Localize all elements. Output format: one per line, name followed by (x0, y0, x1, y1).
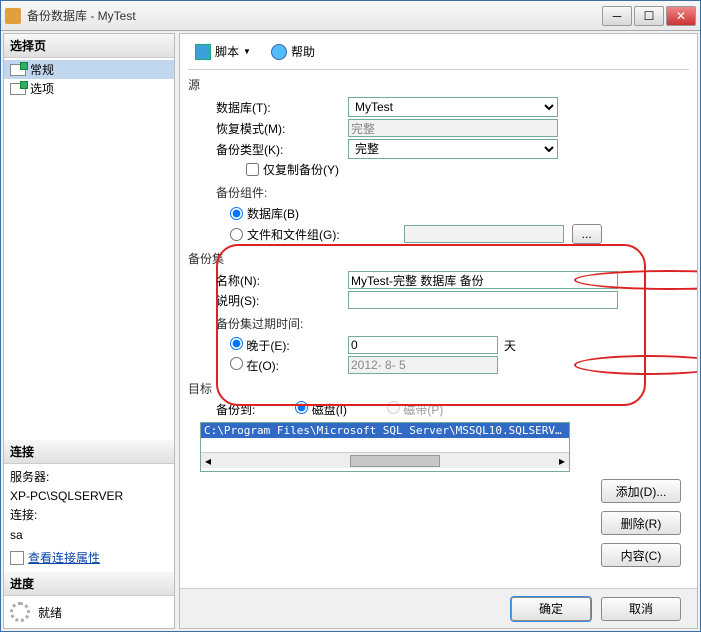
recovery-mode-field (348, 119, 558, 137)
expire-after-label: 晚于(E): (246, 339, 289, 353)
help-button[interactable]: 帮助 (264, 40, 322, 63)
page-icon (10, 64, 26, 76)
progress-block: 就绪 (4, 596, 174, 628)
group-target: 目标 (188, 380, 689, 397)
radio-expire-at[interactable] (230, 357, 243, 370)
copy-only-label: 仅复制备份(Y) (263, 161, 339, 178)
radio-files-groups-label: 文件和文件组(G): (247, 226, 340, 243)
copy-only-checkbox[interactable] (246, 163, 259, 176)
backup-type-select[interactable]: 完整 (348, 139, 558, 159)
script-label: 脚本 (215, 43, 239, 60)
radio-files-groups[interactable] (230, 228, 243, 241)
expire-unit: 天 (504, 337, 516, 354)
files-groups-browse-button[interactable]: ... (572, 224, 602, 244)
backup-database-dialog: 备份数据库 - MyTest ─ ☐ ✕ 选择页 常规 选项 连接 (0, 0, 701, 632)
add-button[interactable]: 添加(D)... (601, 479, 681, 503)
expire-after-value[interactable] (348, 336, 498, 354)
help-icon (271, 44, 287, 60)
sidebar-pages-list: 常规 选项 (4, 58, 174, 100)
ok-button[interactable]: 确定 (511, 597, 591, 621)
conn-value: sa (10, 526, 168, 545)
backup-set-desc-field[interactable] (348, 291, 618, 309)
horizontal-scrollbar[interactable]: ◂▸ (201, 452, 569, 468)
sidebar-item-label: 常规 (30, 61, 54, 78)
minimize-button[interactable]: ─ (602, 6, 632, 26)
radio-expire-after[interactable] (230, 337, 243, 350)
radio-disk[interactable] (295, 401, 308, 414)
view-connection-props-link[interactable]: 查看连接属性 (28, 549, 100, 568)
conn-label: 连接: (10, 506, 168, 525)
window-controls: ─ ☐ ✕ (602, 6, 696, 26)
destination-path[interactable]: C:\Program Files\Microsoft SQL Server\MS… (201, 423, 569, 438)
files-groups-field (404, 225, 564, 243)
remove-button[interactable]: 删除(R) (601, 511, 681, 535)
server-value: XP-PC\SQLSERVER (10, 487, 168, 506)
sidebar-item-general[interactable]: 常规 (4, 60, 174, 79)
toolbar: 脚本 ▼ 帮助 (188, 40, 689, 70)
main-panel: 脚本 ▼ 帮助 源 数据库(T): MyTest 恢复模式(M): (179, 33, 698, 629)
app-icon (5, 8, 21, 24)
group-source: 源 (188, 76, 689, 93)
close-button[interactable]: ✕ (666, 6, 696, 26)
conn-props-icon (10, 551, 24, 565)
expire-at-label: 在(O): (246, 359, 279, 373)
progress-status: 就绪 (38, 604, 62, 621)
titlebar[interactable]: 备份数据库 - MyTest ─ ☐ ✕ (1, 1, 700, 31)
radio-database[interactable] (230, 207, 243, 220)
content-button[interactable]: 内容(C) (601, 543, 681, 567)
radio-tape-label: 磁带(P) (403, 403, 443, 417)
window-title: 备份数据库 - MyTest (27, 7, 602, 24)
chevron-down-icon: ▼ (243, 47, 251, 56)
sidebar-progress-title: 进度 (4, 572, 174, 596)
expire-at-date[interactable] (348, 356, 498, 374)
recovery-label: 恢复模式(M): (188, 120, 348, 137)
help-label: 帮助 (291, 43, 315, 60)
sidebar-pages-title: 选择页 (4, 34, 174, 58)
backup-to-label: 备份到: (216, 401, 255, 418)
destination-listbox[interactable]: C:\Program Files\Microsoft SQL Server\MS… (200, 422, 570, 472)
database-select[interactable]: MyTest (348, 97, 558, 117)
sidebar: 选择页 常规 选项 连接 服务器: XP-PC\SQLSERVER 连接: sa (3, 33, 175, 629)
type-label: 备份类型(K): (188, 141, 348, 158)
script-icon (195, 44, 211, 60)
sidebar-item-label: 选项 (30, 80, 54, 97)
radio-disk-label: 磁盘(I) (312, 403, 347, 417)
sidebar-conn-title: 连接 (4, 440, 174, 464)
backup-set-name-field[interactable] (348, 271, 618, 289)
progress-spinner-icon (10, 602, 30, 622)
bs-desc-label: 说明(S): (188, 292, 348, 309)
dialog-footer: 确定 取消 (180, 588, 697, 628)
connection-block: 服务器: XP-PC\SQLSERVER 连接: sa 查看连接属性 (4, 464, 174, 572)
cancel-button[interactable]: 取消 (601, 597, 681, 621)
radio-tape (387, 401, 400, 414)
script-button[interactable]: 脚本 ▼ (188, 40, 258, 63)
page-icon (10, 83, 26, 95)
radio-database-label: 数据库(B) (247, 205, 299, 222)
db-label: 数据库(T): (188, 99, 348, 116)
expire-label: 备份集过期时间: (188, 315, 689, 332)
maximize-button[interactable]: ☐ (634, 6, 664, 26)
group-backupset: 备份集 (188, 250, 689, 267)
component-label: 备份组件: (188, 184, 689, 201)
bs-name-label: 名称(N): (188, 272, 348, 289)
server-label: 服务器: (10, 468, 168, 487)
sidebar-item-options[interactable]: 选项 (4, 79, 174, 98)
